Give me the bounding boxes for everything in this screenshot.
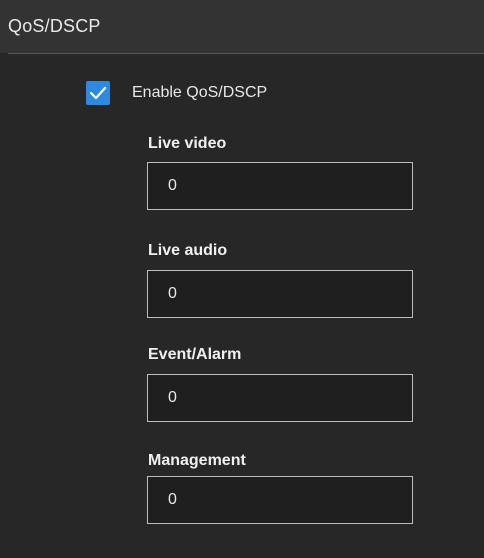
event-alarm-label: Event/Alarm — [148, 346, 242, 363]
live-audio-label: Live audio — [148, 242, 228, 259]
management-input[interactable] — [147, 476, 413, 524]
event-alarm-input[interactable] — [147, 374, 413, 422]
live-video-label: Live video — [148, 135, 227, 152]
live-audio-input[interactable] — [147, 270, 413, 318]
checkmark-icon — [89, 86, 107, 100]
enable-qos-label: Enable QoS/DSCP — [132, 84, 268, 101]
management-label: Management — [148, 452, 246, 469]
divider — [8, 53, 484, 54]
live-video-input[interactable] — [147, 162, 413, 210]
section-header: QoS/DSCP — [0, 0, 484, 53]
section-title: QoS/DSCP — [8, 16, 101, 36]
enable-qos-checkbox[interactable] — [86, 81, 110, 105]
qos-dscp-panel: QoS/DSCP Enable QoS/DSCP Live video Live… — [0, 0, 484, 558]
